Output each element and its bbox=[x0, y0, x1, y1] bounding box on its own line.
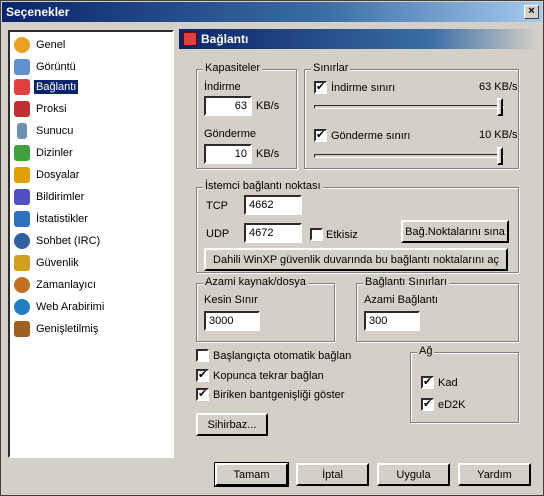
download-unit-label: KB/s bbox=[256, 100, 280, 112]
download-limit-slider-track[interactable] bbox=[314, 105, 504, 109]
sidebar-item-label: Dizinler bbox=[36, 147, 73, 159]
title-bar[interactable]: Seçenekler × bbox=[2, 2, 542, 22]
folder-icon bbox=[14, 145, 30, 161]
udp-port-input[interactable] bbox=[244, 223, 302, 243]
sidebar-item-web-interface[interactable]: Web Arabirimi bbox=[14, 297, 172, 317]
plug-icon bbox=[183, 32, 197, 46]
clock-icon bbox=[14, 277, 30, 293]
ok-button[interactable]: Tamam bbox=[214, 462, 289, 487]
sidebar-item-irc[interactable]: Sohbet (IRC) bbox=[14, 231, 172, 251]
test-ports-button[interactable]: Bağ.Noktalarını sına bbox=[401, 220, 509, 243]
sidebar-item-label: Dosyalar bbox=[36, 169, 80, 181]
open-winxp-firewall-ports-button[interactable]: Dahili WinXP güvenlik duvarında bu bağla… bbox=[204, 248, 508, 271]
sidebar-item-label: Zamanlayıcı bbox=[36, 279, 96, 291]
stats-icon bbox=[14, 211, 30, 227]
autoconnect-checkbox[interactable] bbox=[196, 349, 209, 362]
sidebar-item-directories[interactable]: Dizinler bbox=[14, 143, 172, 163]
upload-limit-label: Gönderme sınırı bbox=[331, 130, 411, 142]
sidebar-item-label: Görüntü bbox=[36, 61, 76, 73]
udp-label: UDP bbox=[206, 228, 230, 240]
cancel-button[interactable]: İptal bbox=[296, 463, 369, 486]
udp-disable-label: Etkisiz bbox=[326, 229, 358, 241]
upload-limit-slider-thumb[interactable] bbox=[497, 147, 503, 165]
sidebar-item-proxy[interactable]: Proksi bbox=[14, 99, 172, 119]
download-capacity-label: İndirme bbox=[204, 81, 241, 93]
preferences-window: Seçenekler × Genel Görüntü Bağlantı Prok… bbox=[0, 0, 544, 496]
proxy-icon bbox=[14, 101, 30, 117]
sidebar-item-label: Bağlantı bbox=[34, 80, 79, 94]
sidebar-item-notifications[interactable]: Bildirimler bbox=[14, 187, 172, 207]
hard-limit-input[interactable] bbox=[204, 311, 260, 331]
puzzle-icon bbox=[14, 321, 30, 337]
max-connections-label: Azami Bağlantı bbox=[364, 294, 438, 306]
window-title: Seçenekler bbox=[6, 5, 70, 19]
gear-icon bbox=[14, 37, 30, 53]
server-icon bbox=[17, 123, 27, 139]
download-limit-label: İndirme sınırı bbox=[331, 82, 396, 94]
panel-header: Bağlantı bbox=[179, 29, 539, 49]
display-icon bbox=[14, 59, 30, 75]
group-title: Azami kaynak/dosya bbox=[203, 276, 308, 288]
sidebar-item-label: Sohbet (IRC) bbox=[36, 235, 101, 247]
reconnect-label: Kopunca tekrar bağlan bbox=[213, 370, 324, 382]
kad-checkbox[interactable]: ✔ bbox=[421, 376, 434, 389]
upload-limit-value: 10 KB/s bbox=[479, 129, 518, 141]
chat-icon bbox=[14, 233, 30, 249]
tcp-label: TCP bbox=[206, 200, 228, 212]
upload-unit-label: KB/s bbox=[256, 148, 280, 160]
close-button[interactable]: × bbox=[524, 5, 539, 19]
sidebar-item-label: Genel bbox=[36, 39, 66, 51]
sidebar-item-label: Genişletilmiş bbox=[36, 323, 99, 335]
sidebar-item-display[interactable]: Görüntü bbox=[14, 57, 172, 77]
sidebar-item-label: Bildirimler bbox=[36, 191, 85, 203]
sidebar-item-label: Sunucu bbox=[36, 125, 74, 137]
sidebar-item-statistics[interactable]: İstatistikler bbox=[14, 209, 172, 229]
globe-icon bbox=[14, 299, 30, 315]
download-limit-value: 63 KB/s bbox=[479, 81, 518, 93]
category-list: Genel Görüntü Bağlantı Proksi Sunucu Diz… bbox=[8, 30, 174, 458]
sidebar-item-label: İstatistikler bbox=[36, 213, 88, 225]
sidebar-item-files[interactable]: Dosyalar bbox=[14, 165, 172, 185]
hard-limit-label: Kesin Sınır bbox=[204, 294, 258, 306]
upload-capacity-input[interactable] bbox=[204, 144, 252, 164]
upload-capacity-label: Gönderme bbox=[204, 128, 256, 140]
group-title: İstemci bağlantı noktası bbox=[203, 180, 323, 192]
max-connections-input[interactable] bbox=[364, 311, 420, 331]
apply-button[interactable]: Uygula bbox=[377, 463, 450, 486]
download-capacity-input[interactable] bbox=[204, 96, 252, 116]
tcp-port-input[interactable] bbox=[244, 195, 302, 215]
sidebar-item-label: Proksi bbox=[36, 103, 67, 115]
ed2k-checkbox[interactable]: ✔ bbox=[421, 398, 434, 411]
udp-disable-checkbox[interactable] bbox=[310, 228, 323, 241]
plug-icon bbox=[14, 79, 30, 95]
lock-icon bbox=[14, 255, 30, 271]
show-overhead-label: Biriken bantgenişliği göster bbox=[213, 389, 345, 401]
download-limit-checkbox[interactable]: ✔ bbox=[314, 81, 327, 94]
sidebar-item-label: Web Arabirimi bbox=[36, 301, 105, 313]
sidebar-item-connection[interactable]: Bağlantı bbox=[14, 77, 172, 97]
reconnect-checkbox[interactable]: ✔ bbox=[196, 369, 209, 382]
sidebar-item-extended[interactable]: Genişletilmiş bbox=[14, 319, 172, 339]
group-title: Ağ bbox=[417, 345, 435, 357]
show-overhead-checkbox[interactable]: ✔ bbox=[196, 388, 209, 401]
sidebar-item-label: Güvenlik bbox=[36, 257, 79, 269]
group-title: Kapasiteler bbox=[203, 62, 263, 74]
group-title: Sınırlar bbox=[311, 62, 351, 74]
help-button[interactable]: Yardım bbox=[458, 463, 531, 486]
sidebar-item-security[interactable]: Güvenlik bbox=[14, 253, 172, 273]
upload-limit-checkbox[interactable]: ✔ bbox=[314, 129, 327, 142]
kad-label: Kad bbox=[438, 377, 458, 389]
notification-icon bbox=[14, 189, 30, 205]
sidebar-item-scheduler[interactable]: Zamanlayıcı bbox=[14, 275, 172, 295]
sidebar-item-general[interactable]: Genel bbox=[14, 35, 172, 55]
download-limit-slider-thumb[interactable] bbox=[497, 98, 503, 116]
upload-limit-slider-track[interactable] bbox=[314, 154, 504, 158]
ed2k-label: eD2K bbox=[438, 399, 466, 411]
sidebar-item-server[interactable]: Sunucu bbox=[14, 121, 172, 141]
group-title: Bağlantı Sınırları bbox=[363, 276, 449, 288]
panel-title: Bağlantı bbox=[201, 32, 249, 46]
autoconnect-label: Başlangıçta otomatik bağlan bbox=[213, 350, 352, 362]
wizard-button[interactable]: Sihirbaz... bbox=[196, 413, 268, 436]
files-icon bbox=[14, 167, 30, 183]
